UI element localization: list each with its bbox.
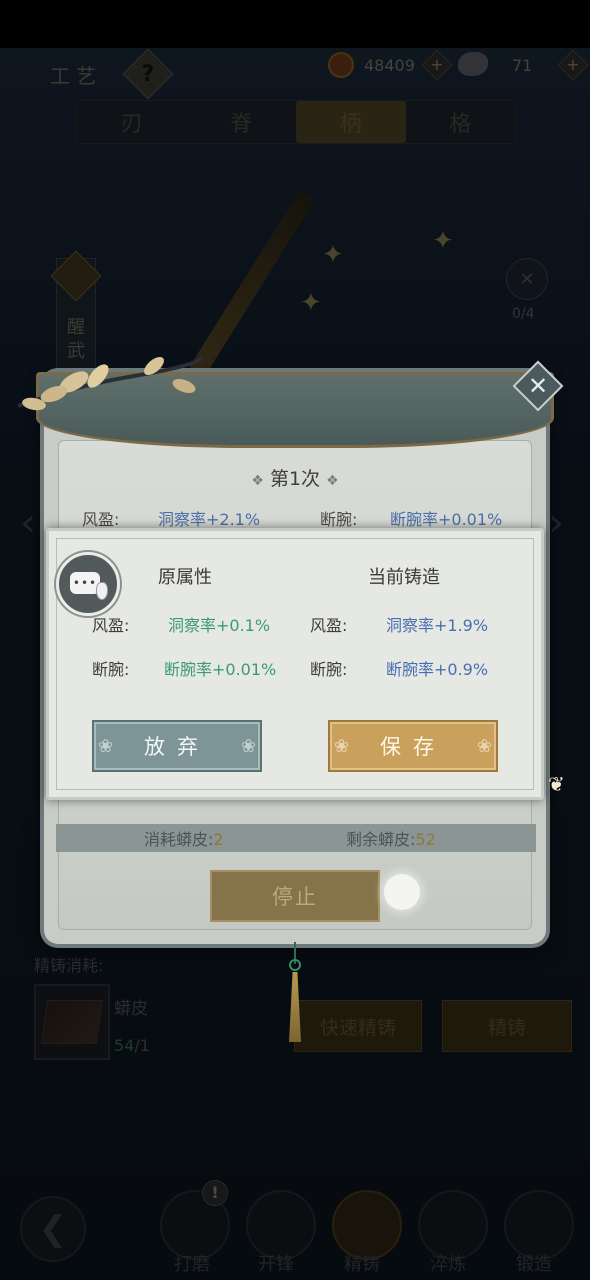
vase-icon	[96, 582, 108, 600]
forge-row1-label: 风盈:	[82, 510, 120, 529]
forge-count-title: ❖ 第1次 ❖	[251, 468, 339, 490]
orig-row2-label: 断腕:	[92, 660, 130, 679]
save-label: 保存	[380, 735, 446, 759]
cur-row1-label: 风盈:	[310, 616, 348, 635]
forge-row2-value: 断腕率+0.01%	[390, 510, 503, 529]
remain-count: 52	[415, 830, 436, 849]
orig-row1-value: 洞察率+0.1%	[168, 616, 271, 635]
cloud-ornament-icon: ❀	[476, 736, 492, 757]
save-button[interactable]: ❀ 保存 ❀	[328, 720, 498, 772]
current-forge-heading: 当前铸造	[368, 567, 440, 588]
orig-row1-label: 风盈:	[92, 616, 130, 635]
consume-bar: 消耗蟒皮:2 剩余蟒皮:52	[56, 824, 536, 852]
butterfly-icon: ❦	[548, 772, 565, 796]
forge-row1-value: 洞察率+2.1%	[158, 510, 261, 529]
tassel-ring	[289, 959, 301, 971]
abandon-button[interactable]: ❀ 放弃 ❀	[92, 720, 262, 772]
cloud-ornament-icon: ❀	[98, 736, 114, 757]
consume-info: 消耗蟒皮:2	[144, 830, 224, 849]
cur-row2-value: 断腕率+0.9%	[386, 660, 489, 679]
orig-row2-value: 断腕率+0.01%	[164, 660, 277, 679]
original-attr-heading: 原属性	[158, 567, 212, 588]
abandon-label: 放弃	[144, 735, 210, 759]
auto-toggle[interactable]	[384, 874, 420, 910]
remain-info: 剩余蟒皮:52	[346, 830, 436, 849]
cloud-ornament-icon: ❀	[334, 736, 350, 757]
status-bar	[0, 0, 590, 48]
branch-ornament-icon	[17, 356, 204, 411]
cloud-ornament-icon: ❀	[240, 736, 256, 757]
consume-count: 2	[213, 830, 224, 849]
cur-row2-label: 断腕:	[310, 660, 348, 679]
forge-count-text: 第1次	[269, 468, 321, 490]
forge-row2-label: 断腕:	[320, 510, 358, 529]
stop-button[interactable]: 停止	[210, 870, 380, 922]
cur-row1-value: 洞察率+1.9%	[386, 616, 489, 635]
